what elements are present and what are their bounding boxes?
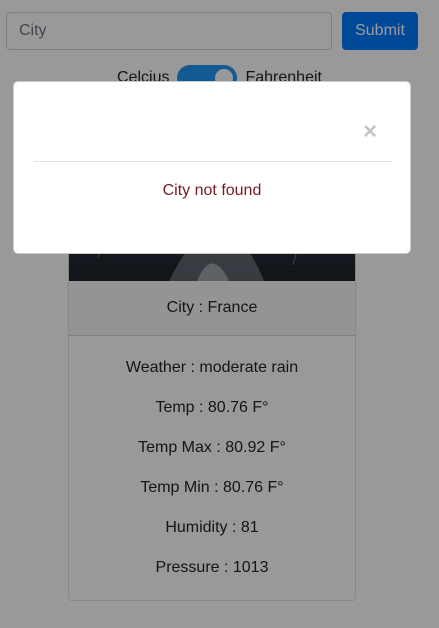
error-modal: × City not found [13,81,411,254]
close-icon[interactable]: × [358,118,382,146]
modal-divider [34,161,392,162]
weather-app: Submit Celcius Fahrenheit [0,0,439,628]
error-message: City not found [162,182,262,199]
